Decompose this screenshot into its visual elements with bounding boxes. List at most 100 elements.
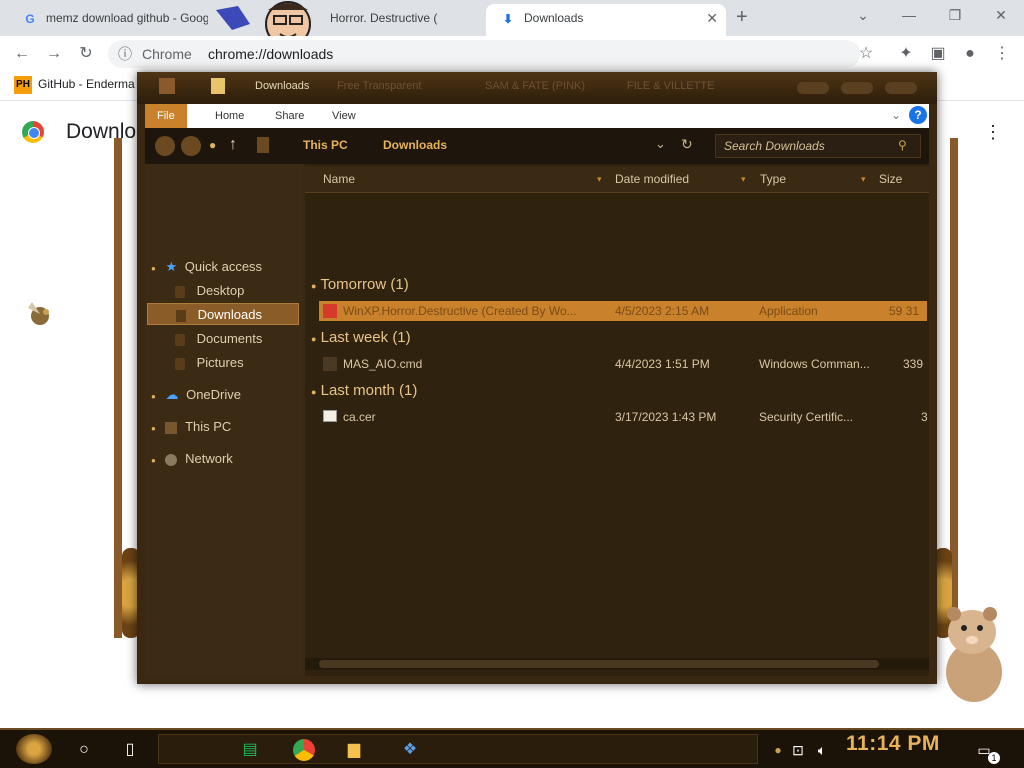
address-dropdown-icon[interactable]: ⌄ (655, 136, 666, 152)
chrome-menu-icon[interactable]: ⋮ (990, 42, 1014, 66)
tab-search-icon[interactable]: ⌄ (840, 0, 886, 30)
expand-icon[interactable]: ● (151, 456, 156, 465)
group-expand-icon[interactable]: ● (311, 387, 316, 397)
new-tab-button[interactable]: + (736, 6, 748, 29)
help-icon[interactable]: ? (909, 106, 927, 124)
horizontal-scrollbar[interactable] (305, 658, 929, 670)
side-panel-icon[interactable]: ▣ (926, 42, 950, 66)
forward-button[interactable]: → (42, 42, 66, 66)
extensions-icon[interactable]: ✦ (894, 42, 918, 66)
quick-folder-icon[interactable] (211, 78, 225, 94)
address-bar[interactable]: ⓘ Chrome chrome://downloads (108, 40, 860, 68)
ph-icon: PH (14, 76, 32, 94)
breadcrumb-this-pc[interactable]: This PC (303, 138, 348, 152)
file-row[interactable]: WinXP.Horror.Destructive (Created By Wo.… (319, 301, 927, 321)
explorer-forward-button[interactable] (181, 136, 201, 156)
file-row[interactable]: ca.cer 3/17/2023 1:43 PM Security Certif… (319, 407, 928, 427)
nav-label: Downloads (197, 307, 262, 322)
restore-button[interactable]: ❐ (932, 0, 978, 30)
cortana-icon[interactable]: ○ (70, 736, 98, 764)
expand-icon[interactable]: ● (151, 424, 156, 433)
search-icon[interactable]: ⚲ (898, 138, 907, 152)
group-expand-icon[interactable]: ● (311, 334, 316, 344)
group-label: Tomorrow (1) (320, 276, 409, 293)
nav-desktop[interactable]: Desktop (175, 280, 301, 302)
search-downloads-input[interactable]: Search Downloads ⚲ (715, 134, 921, 158)
ribbon-tab-share[interactable]: Share (263, 104, 316, 128)
ribbon-tab-home[interactable]: Home (203, 104, 256, 128)
group-header-last-month[interactable]: ● Last month (1) (311, 382, 417, 399)
group-header-last-week[interactable]: ● Last week (1) (311, 329, 411, 346)
titlebar-label: SAM & FATE (PINK) (485, 80, 586, 92)
ribbon-tabs: File Home Share View ⌄ ? (145, 104, 929, 128)
explorer-minimize-button[interactable] (797, 82, 829, 94)
downloads-menu-icon[interactable]: ⋮ (984, 122, 1002, 143)
reload-button[interactable]: ↻ (74, 42, 98, 66)
cloud-icon: ☁ (165, 387, 179, 402)
breadcrumb-downloads[interactable]: Downloads (383, 138, 447, 152)
nav-documents[interactable]: Documents (175, 328, 301, 350)
app-icon[interactable]: ❖ (396, 736, 424, 764)
file-name: WinXP.Horror.Destructive (Created By Wo.… (343, 304, 577, 318)
site-info-icon[interactable]: ⓘ (118, 40, 132, 68)
up-arrow-icon[interactable]: ↑ (229, 136, 237, 154)
nav-label: Documents (196, 331, 263, 346)
taskbar-clock[interactable]: 11:14 PM (846, 732, 940, 756)
scrollbar-thumb[interactable] (319, 660, 879, 668)
address-text: chrome://downloads (208, 46, 334, 62)
tab-horror-destructive[interactable]: Horror. Destructive ( (316, 4, 486, 36)
recent-locations-icon[interactable]: ● (209, 138, 216, 152)
file-type: Security Certific... (759, 410, 854, 424)
explorer-maximize-button[interactable] (841, 82, 873, 94)
explorer-back-button[interactable] (155, 136, 175, 156)
expand-icon[interactable]: ● (151, 392, 156, 401)
ribbon-tab-file[interactable]: File (145, 104, 187, 128)
tab-downloads[interactable]: ⬇ Downloads ✕ (486, 4, 726, 36)
nav-this-pc[interactable]: ● This PC (151, 416, 301, 438)
explorer-close-button[interactable] (885, 82, 917, 94)
file-size: 3 (921, 410, 928, 424)
back-button[interactable]: ← (10, 42, 34, 66)
search-placeholder: Search Downloads (724, 139, 825, 153)
nav-onedrive[interactable]: ● ☁ OneDrive (151, 384, 301, 406)
start-button[interactable] (16, 734, 52, 764)
column-size[interactable]: Size (879, 166, 902, 192)
file-type: Application (759, 304, 818, 318)
titlebar-label: Free Transparent (337, 80, 422, 92)
application-file-icon (323, 304, 337, 318)
nav-downloads[interactable]: Downloads (147, 303, 299, 325)
explorer-titlebar: Downloads Free Transparent SAM & FATE (P… (137, 72, 937, 104)
file-name: ca.cer (343, 410, 376, 424)
navigation-pane: ● ★ Quick access Desktop Downloads Docum… (145, 164, 303, 676)
nav-pictures[interactable]: Pictures (175, 352, 301, 374)
volume-muted-icon[interactable]: 🔈︎ (808, 736, 836, 764)
column-type[interactable]: Type (760, 166, 786, 192)
refresh-icon[interactable]: ↻ (681, 136, 693, 153)
file-explorer-icon[interactable]: ▆ (340, 736, 368, 764)
group-header-tomorrow[interactable]: ● Tomorrow (1) (311, 276, 409, 293)
minimize-button[interactable]: — (886, 0, 932, 30)
file-explorer-window: Downloads Free Transparent SAM & FATE (P… (137, 72, 937, 684)
nav-label: This PC (185, 419, 232, 434)
nav-label: Desktop (196, 283, 245, 298)
group-label: Last month (1) (320, 382, 418, 399)
chrome-icon[interactable] (290, 736, 318, 764)
column-name[interactable]: Name (323, 166, 355, 192)
tab-memz-search[interactable]: G memz download github - Goog (8, 4, 208, 36)
ribbon-tab-view[interactable]: View (320, 104, 368, 128)
star-icon: ★ (165, 259, 178, 274)
google-g-icon: G (25, 12, 35, 26)
profile-avatar[interactable]: ● (958, 42, 982, 66)
task-view-icon[interactable]: ▯ (116, 736, 144, 764)
expand-icon[interactable]: ● (151, 264, 156, 273)
spotify-icon[interactable]: ▤ (236, 736, 264, 764)
group-expand-icon[interactable]: ● (311, 281, 316, 291)
nav-label: Network (185, 451, 233, 466)
expand-ribbon-icon[interactable]: ⌄ (891, 108, 901, 122)
nav-network[interactable]: ● Network (151, 448, 301, 470)
close-tab-icon[interactable]: ✕ (706, 4, 718, 32)
close-window-button[interactable]: ✕ (978, 0, 1024, 30)
column-date-modified[interactable]: Date modified (615, 166, 689, 192)
nav-quick-access[interactable]: ● ★ Quick access (151, 256, 301, 278)
file-row[interactable]: MAS_AIO.cmd 4/4/2023 1:51 PM Windows Com… (319, 354, 927, 374)
